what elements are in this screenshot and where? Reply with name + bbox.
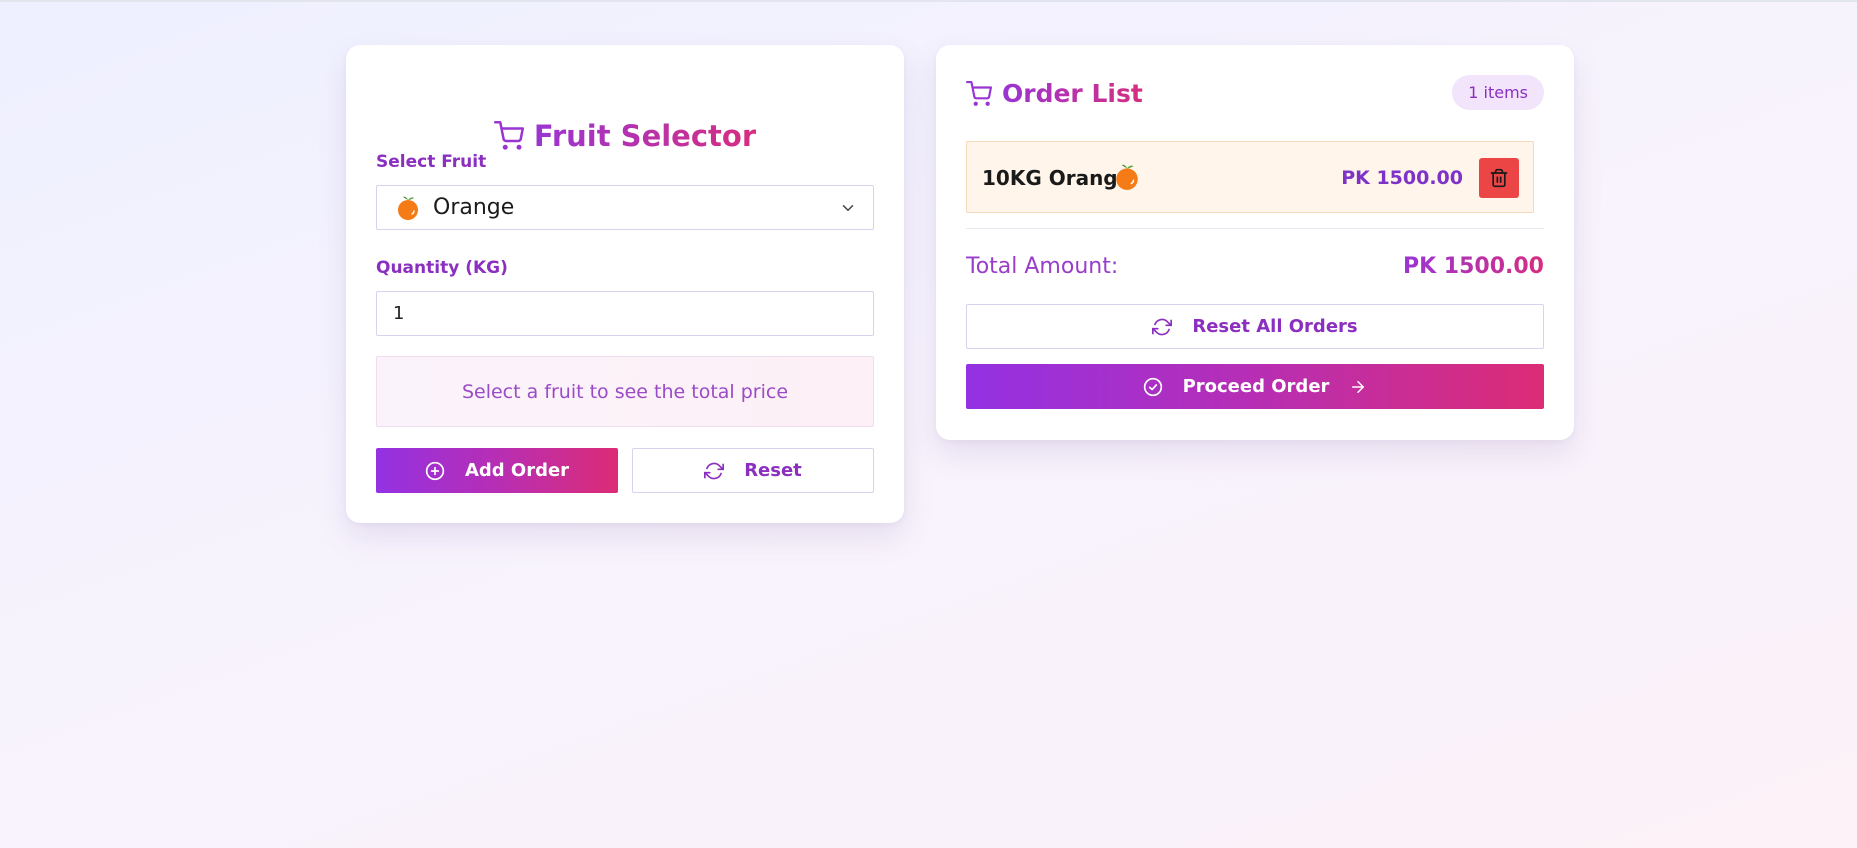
- plus-circle-icon: [425, 461, 445, 481]
- chevron-down-icon: [839, 199, 857, 217]
- cart-icon: [966, 80, 992, 107]
- select-fruit-label: Select Fruit: [376, 152, 487, 172]
- selected-fruit-value: Orange: [433, 195, 515, 220]
- arrow-right-icon: [1349, 378, 1367, 396]
- list-item: 10KG Orange PK 1500.00: [966, 141, 1534, 213]
- order-item-price: PK 1500.00: [1341, 167, 1463, 189]
- divider: [966, 228, 1544, 229]
- page-title: Fruit Selector: [533, 119, 757, 153]
- orange-fruit-icon: [395, 195, 421, 221]
- order-item-name: 10KG Orange: [982, 166, 1132, 190]
- cart-icon: [493, 121, 524, 151]
- delete-item-button[interactable]: [1479, 158, 1519, 198]
- quantity-label: Quantity (KG): [376, 258, 508, 278]
- reset-label: Reset: [744, 460, 802, 481]
- add-order-button[interactable]: Add Order: [376, 448, 618, 493]
- total-amount-value: PK 1500.00: [1402, 254, 1544, 279]
- quantity-input[interactable]: [376, 291, 874, 336]
- proceed-order-button[interactable]: Proceed Order: [966, 364, 1544, 409]
- reset-all-orders-label: Reset All Orders: [1192, 316, 1358, 337]
- orange-fruit-icon: [1113, 163, 1141, 191]
- check-circle-icon: [1143, 377, 1163, 397]
- order-list-header: Order List: [966, 79, 1143, 108]
- order-list-title: Order List: [1002, 79, 1143, 108]
- proceed-order-label: Proceed Order: [1182, 376, 1330, 397]
- trash-icon: [1489, 168, 1509, 188]
- order-list-card: Order List 1 items 10KG Orange PK 1500.0…: [936, 45, 1574, 440]
- item-count-badge: 1 items: [1452, 75, 1544, 110]
- price-hint: Select a fruit to see the total price: [376, 356, 874, 427]
- reset-all-orders-button[interactable]: Reset All Orders: [966, 304, 1544, 349]
- add-order-label: Add Order: [464, 460, 570, 481]
- selector-header: Fruit Selector: [346, 119, 904, 153]
- refresh-icon: [1152, 317, 1173, 337]
- total-amount-label: Total Amount:: [966, 254, 1119, 279]
- fruit-selector-card: Fruit Selector Select Fruit Orange Quant…: [346, 45, 904, 523]
- refresh-icon: [704, 461, 725, 481]
- fruit-select[interactable]: Orange: [376, 185, 874, 230]
- reset-button[interactable]: Reset: [632, 448, 874, 493]
